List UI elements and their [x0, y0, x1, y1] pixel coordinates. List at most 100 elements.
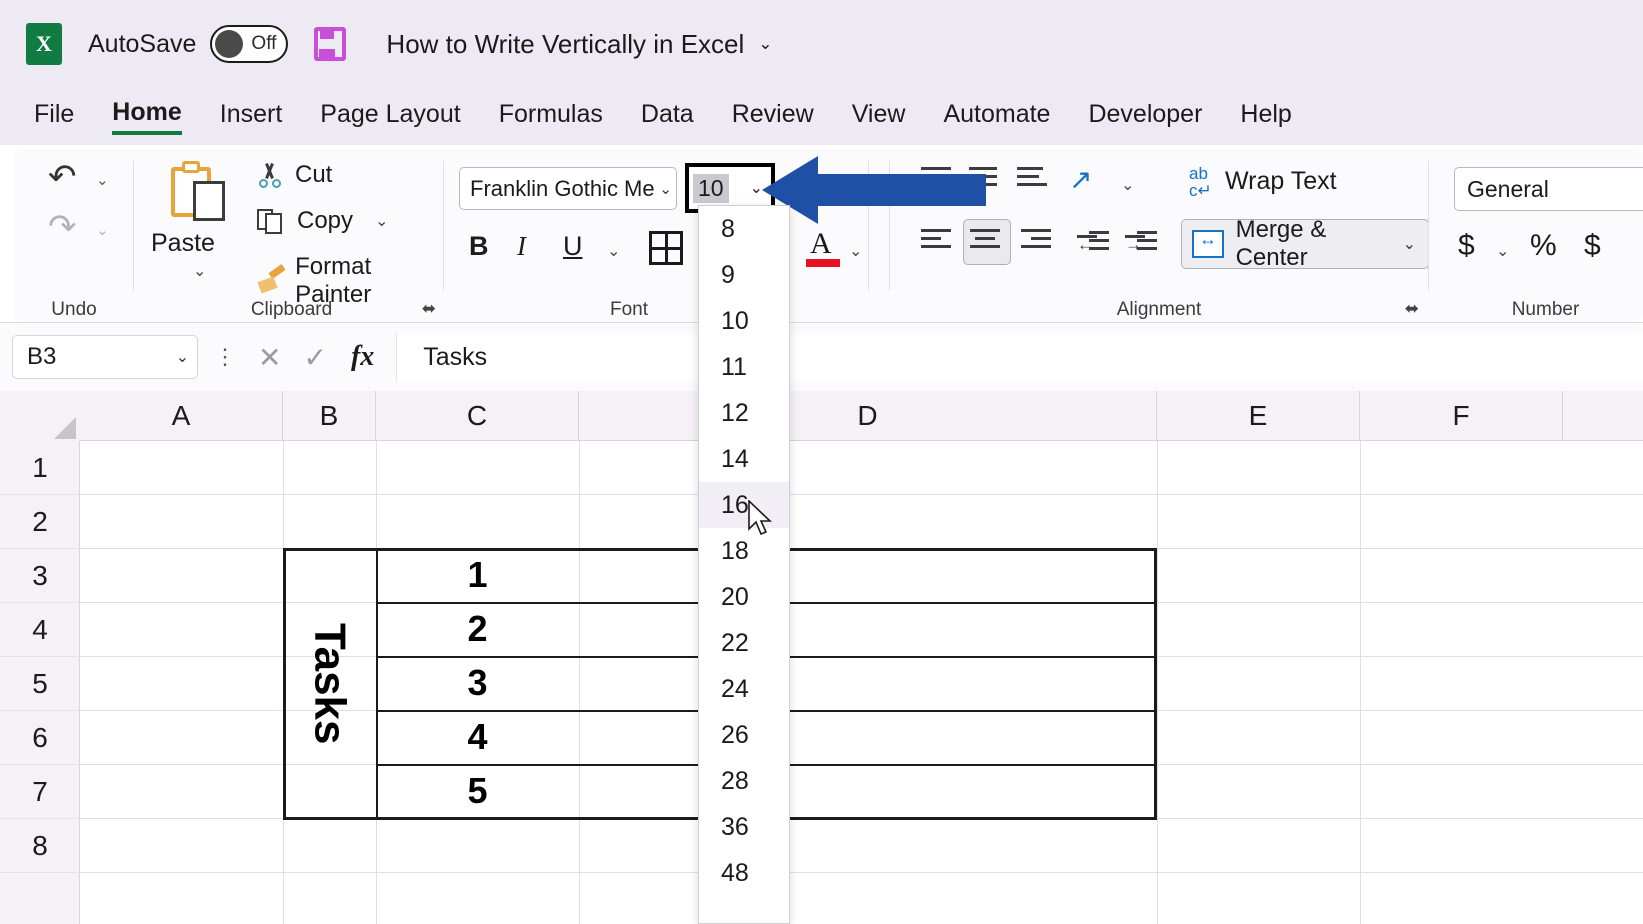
more-options-icon[interactable]: ⋮ [214, 344, 236, 370]
formula-input[interactable]: Tasks [396, 333, 1643, 381]
cell-c7[interactable]: 5 [376, 764, 579, 818]
row-header-7[interactable]: 7 [0, 765, 80, 819]
bold-button[interactable]: B [469, 231, 489, 262]
row-header-6[interactable]: 6 [0, 711, 80, 765]
font-size-option-22[interactable]: 22 [699, 620, 789, 666]
cell-c6[interactable]: 4 [376, 710, 579, 764]
font-size-chevron-down-icon[interactable]: ⌄ [750, 178, 763, 198]
text-orientation-icon[interactable]: ↗ [1069, 163, 1113, 203]
cell-c4[interactable]: 2 [376, 602, 579, 656]
comma-button[interactable]: $ [1584, 229, 1601, 263]
cancel-icon[interactable]: ✕ [258, 341, 281, 374]
row-header-4[interactable]: 4 [0, 603, 80, 657]
currency-chevron-down-icon[interactable]: ⌄ [1496, 241, 1509, 261]
font-color-icon[interactable]: A [804, 227, 844, 269]
chevron-down-icon[interactable]: ⌄ [758, 34, 772, 54]
tab-formulas[interactable]: Formulas [499, 100, 603, 133]
cell-b3-vertical-tasks[interactable]: Tasks [283, 548, 376, 820]
merge-cells-icon [1192, 230, 1224, 258]
font-name-chevron-down-icon[interactable]: ⌄ [659, 180, 672, 198]
orientation-chevron-down-icon[interactable]: ⌄ [1121, 175, 1134, 195]
tab-insert[interactable]: Insert [220, 100, 283, 133]
decrease-indent-icon[interactable]: ← [1077, 229, 1109, 257]
tab-review[interactable]: Review [732, 100, 814, 133]
font-size-option-48[interactable]: 48 [699, 850, 789, 896]
row-header-1[interactable]: 1 [0, 441, 80, 495]
font-size-option-28[interactable]: 28 [699, 758, 789, 804]
italic-button[interactable]: I [517, 231, 526, 262]
alignment-dialog-launcher[interactable]: ⬌ [1405, 299, 1419, 319]
underline-chevron-down-icon[interactable]: ⌄ [607, 241, 620, 261]
autosave-label: AutoSave [88, 30, 196, 59]
autosave-toggle[interactable]: Off [210, 25, 288, 63]
redo-chevron-down-icon[interactable]: ⌄ [96, 221, 109, 239]
name-box-chevron-down-icon[interactable]: ⌄ [176, 347, 189, 367]
font-size-option-8[interactable]: 8 [699, 206, 789, 252]
name-box[interactable]: B3 ⌄ [12, 335, 198, 379]
column-header-a[interactable]: A [80, 391, 283, 441]
font-size-option-20[interactable]: 20 [699, 574, 789, 620]
column-header-b[interactable]: B [283, 391, 376, 441]
font-size-option-14[interactable]: 14 [699, 436, 789, 482]
font-color-chevron-down-icon[interactable]: ⌄ [849, 241, 862, 261]
percent-button[interactable]: % [1530, 229, 1557, 263]
select-all-corner[interactable] [0, 391, 80, 441]
row-header-5[interactable]: 5 [0, 657, 80, 711]
undo-chevron-down-icon[interactable]: ⌄ [96, 171, 109, 189]
font-size-option-12[interactable]: 12 [699, 390, 789, 436]
cell-c5[interactable]: 3 [376, 656, 579, 710]
font-size-option-18[interactable]: 18 [699, 528, 789, 574]
font-size-dropdown-list[interactable]: 8 9 10 11 12 14 16 18 20 22 24 26 28 36 … [698, 205, 790, 924]
currency-button[interactable]: $ [1458, 229, 1475, 263]
paste-chevron-down-icon[interactable]: ⌄ [193, 261, 206, 281]
borders-icon[interactable] [649, 231, 683, 265]
increase-indent-icon[interactable]: → [1125, 229, 1157, 257]
copy-button[interactable]: Copy ⌄ [257, 207, 388, 235]
tab-developer[interactable]: Developer [1088, 100, 1202, 133]
row-header-8[interactable]: 8 [0, 819, 80, 873]
number-format-select[interactable]: General [1454, 167, 1643, 211]
align-left-icon[interactable] [921, 227, 955, 257]
save-icon[interactable] [314, 27, 346, 61]
font-size-option-9[interactable]: 9 [699, 252, 789, 298]
tab-file[interactable]: File [34, 100, 74, 133]
group-label-undo: Undo [14, 299, 134, 321]
paste-button-label[interactable]: Paste [151, 229, 215, 258]
tab-data[interactable]: Data [641, 100, 694, 133]
underline-button[interactable]: U [563, 231, 583, 262]
copy-chevron-down-icon[interactable]: ⌄ [375, 211, 388, 231]
cell-area[interactable]: Tasks 1 2 3 4 5 [80, 441, 1643, 924]
undo-arrow-icon[interactable]: ↶ [48, 157, 77, 197]
tab-automate[interactable]: Automate [943, 100, 1050, 133]
align-bottom-icon[interactable] [1017, 165, 1051, 195]
merge-chevron-down-icon[interactable]: ⌄ [1403, 234, 1416, 254]
font-size-option-26[interactable]: 26 [699, 712, 789, 758]
wrap-text-button[interactable]: Wrap Text [1225, 167, 1337, 196]
row-header-3[interactable]: 3 [0, 549, 80, 603]
font-name-input[interactable]: Franklin Gothic Me ⌄ [459, 167, 677, 210]
tab-view[interactable]: View [852, 100, 906, 133]
column-header-d[interactable]: D [579, 391, 1157, 441]
row-header-2[interactable]: 2 [0, 495, 80, 549]
column-header-c[interactable]: C [376, 391, 579, 441]
redo-arrow-icon[interactable]: ↷ [48, 207, 77, 247]
document-title[interactable]: How to Write Vertically in Excel [386, 29, 744, 60]
insert-function-icon[interactable]: fx [351, 341, 374, 373]
cell-c3[interactable]: 1 [376, 548, 579, 602]
font-size-option-36[interactable]: 36 [699, 804, 789, 850]
cut-button[interactable]: Cut [257, 161, 332, 189]
tab-home[interactable]: Home [112, 98, 181, 135]
font-size-option-10[interactable]: 10 [699, 298, 789, 344]
font-size-option-16[interactable]: 16 [699, 482, 789, 528]
merge-center-button[interactable]: Merge & Center ⌄ [1181, 219, 1429, 269]
enter-icon[interactable]: ✓ [303, 341, 326, 374]
column-header-f[interactable]: F [1360, 391, 1563, 441]
tab-help[interactable]: Help [1240, 100, 1291, 133]
clipboard-dialog-launcher[interactable]: ⬌ [422, 299, 436, 319]
font-size-option-11[interactable]: 11 [699, 344, 789, 390]
paste-icon[interactable] [171, 161, 227, 223]
font-size-option-24[interactable]: 24 [699, 666, 789, 712]
align-right-icon[interactable] [1021, 227, 1055, 257]
column-header-e[interactable]: E [1157, 391, 1360, 441]
tab-page-layout[interactable]: Page Layout [320, 100, 460, 133]
